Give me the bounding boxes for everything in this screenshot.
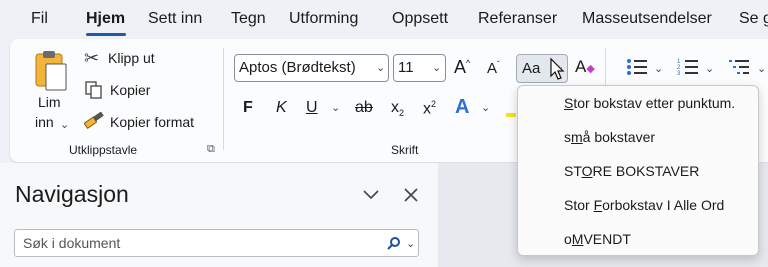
- bullets-icon[interactable]: [626, 57, 648, 77]
- menu-item-capitalize-each-word[interactable]: Stor Forbokstav I Alle Ord: [564, 197, 724, 213]
- menu-text: Stor: [564, 197, 594, 213]
- superscript-index: 2: [431, 99, 437, 109]
- tab-layout[interactable]: Oppsett: [392, 10, 448, 28]
- highlight-color-bar[interactable]: [506, 113, 516, 117]
- menu-accelerator: F: [593, 197, 603, 213]
- menu-accelerator: O: [581, 163, 593, 179]
- tab-draw[interactable]: Tegn: [231, 10, 266, 28]
- italic-button[interactable]: K: [276, 99, 287, 117]
- tab-design[interactable]: Utforming: [289, 10, 358, 28]
- superscript-x: x: [423, 100, 431, 118]
- cut-button[interactable]: ✂ Klipp ut: [84, 48, 194, 70]
- ribbon-tab-bar: Fil Hjem Sett inn Tegn Utforming Oppsett…: [0, 0, 768, 38]
- menu-item-toggle-case[interactable]: oMVENDT: [564, 231, 631, 247]
- copy-icon: [85, 81, 102, 99]
- menu-text: tor bokstav etter punktum.: [573, 95, 736, 111]
- paste-label-2: inn: [35, 114, 54, 130]
- chevron-down-icon[interactable]: ⌄: [705, 62, 714, 75]
- font-name-combo[interactable]: Aptos (Brødtekst) ⌄: [234, 54, 389, 82]
- tab-references[interactable]: Referanser: [478, 10, 557, 28]
- tab-mailings[interactable]: Masseutsendelser: [582, 10, 712, 28]
- clipboard-group-label: Utklippstavle: [69, 143, 138, 157]
- font-name-value: Aptos (Brødtekst): [239, 59, 356, 76]
- shrink-font-icon[interactable]: Aˇ: [487, 60, 500, 77]
- chevron-down-icon[interactable]: ⌄: [331, 101, 340, 114]
- paste-label: Lim: [38, 94, 61, 110]
- tab-home[interactable]: Hjem: [86, 10, 125, 28]
- change-case-menu: Stor bokstav etter punktum. små bokstave…: [517, 85, 759, 256]
- tab-insert[interactable]: Sett inn: [148, 10, 202, 28]
- scissors-icon: ✂: [84, 48, 100, 68]
- menu-text: VENDT: [583, 231, 631, 247]
- paste-icon: [35, 51, 67, 91]
- copy-label: Kopier: [110, 82, 151, 98]
- group-divider: [223, 48, 224, 150]
- subscript-button[interactable]: x2: [391, 99, 404, 118]
- active-tab-indicator: [86, 33, 126, 36]
- dialog-launcher-icon[interactable]: ⧉: [207, 143, 215, 156]
- menu-accelerator: M: [571, 231, 584, 247]
- tab-file[interactable]: Fil: [31, 10, 48, 28]
- chevron-down-icon[interactable]: [362, 189, 380, 201]
- copy-button[interactable]: Kopier: [84, 80, 194, 102]
- format-painter-button[interactable]: Kopier format: [84, 112, 208, 134]
- font-group-label: Skrift: [391, 143, 419, 157]
- subscript-x: x: [391, 99, 399, 116]
- chevron-down-icon[interactable]: ⌄: [481, 101, 490, 114]
- clear-formatting-icon[interactable]: A◆: [575, 57, 595, 77]
- tab-view[interactable]: Se g: [739, 10, 768, 28]
- numbering-icon[interactable]: 1 2 3: [677, 57, 699, 77]
- chevron-down-icon[interactable]: ⌄: [406, 237, 415, 250]
- subscript-index: 2: [399, 108, 405, 119]
- search-input[interactable]: Søk i dokument ⌄: [14, 229, 419, 257]
- menu-text: s: [564, 129, 571, 145]
- font-size-value: 11: [398, 59, 414, 76]
- close-icon[interactable]: [404, 188, 418, 202]
- chevron-down-icon[interactable]: ⌄: [376, 61, 385, 74]
- menu-accelerator: S: [564, 95, 574, 111]
- mouse-pointer-icon: [550, 57, 565, 80]
- menu-text: å bokstaver: [582, 129, 656, 145]
- menu-item-sentence-case[interactable]: Stor bokstav etter punktum.: [564, 95, 735, 111]
- superscript-button[interactable]: x2: [423, 99, 436, 118]
- change-case-label: Aa: [522, 60, 541, 77]
- multilevel-list-icon[interactable]: [729, 57, 751, 77]
- bold-button[interactable]: F: [243, 99, 253, 117]
- menu-text: ST: [564, 163, 582, 179]
- strikethrough-button[interactable]: ab: [355, 99, 373, 117]
- chevron-down-icon[interactable]: ⌄: [757, 62, 766, 75]
- chevron-down-icon[interactable]: ⌄: [654, 62, 663, 75]
- paste-button[interactable]: Lim inn ⌄: [30, 48, 72, 140]
- menu-text: RE BOKSTAVER: [592, 163, 700, 179]
- menu-item-uppercase[interactable]: STORE BOKSTAVER: [564, 163, 699, 179]
- navigation-title: Navigasjon: [15, 181, 129, 207]
- format-painter-icon: [84, 112, 104, 130]
- cut-label: Klipp ut: [108, 50, 155, 66]
- menu-text: orbokstav I Alle Ord: [602, 197, 725, 213]
- search-placeholder: Søk i dokument: [23, 235, 121, 251]
- font-size-combo[interactable]: 11 ⌄: [393, 54, 446, 82]
- menu-item-lowercase[interactable]: små bokstaver: [564, 129, 655, 145]
- menu-accelerator: m: [571, 129, 583, 145]
- menu-text: o: [564, 231, 572, 247]
- chevron-down-icon[interactable]: ⌄: [432, 61, 441, 74]
- underline-button[interactable]: U: [306, 99, 318, 117]
- text-effects-icon[interactable]: A: [455, 96, 469, 119]
- chevron-down-icon: ⌄: [60, 119, 70, 131]
- search-icon[interactable]: [387, 236, 401, 250]
- svg-text:3: 3: [677, 71, 681, 77]
- format-painter-label: Kopier format: [110, 114, 195, 130]
- grow-font-icon[interactable]: A^: [454, 57, 470, 78]
